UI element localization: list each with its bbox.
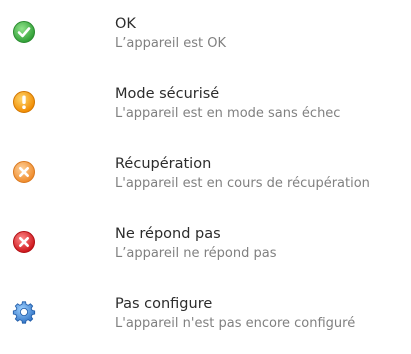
status-row-not-configured: Pas configure L'appareil n'est pas encor… bbox=[0, 294, 411, 354]
status-title: Mode sécurisé bbox=[115, 86, 220, 102]
status-row-ok: OK L’appareil est OK bbox=[0, 14, 411, 74]
status-text: Récupération L'appareil est en cours de … bbox=[115, 154, 409, 194]
check-circle-icon bbox=[12, 20, 36, 44]
x-circle-icon bbox=[12, 160, 36, 184]
status-description: L'appareil est en mode sans échec bbox=[115, 106, 341, 121]
status-description: L'appareil est en cours de récupération bbox=[115, 176, 370, 191]
status-legend-list: OK L’appareil est OK Mode sécurisé L'app… bbox=[0, 0, 411, 343]
x-circle-icon bbox=[12, 230, 36, 254]
status-text: Pas configure L'appareil n'est pas encor… bbox=[115, 294, 409, 334]
status-description: L’appareil ne répond pas bbox=[115, 246, 277, 261]
gear-icon bbox=[12, 300, 36, 324]
status-description: L’appareil est OK bbox=[115, 36, 226, 51]
status-row-safe-mode: Mode sécurisé L'appareil est en mode san… bbox=[0, 84, 411, 144]
status-text: OK L’appareil est OK bbox=[115, 14, 409, 54]
status-text: Ne répond pas L’appareil ne répond pas bbox=[115, 224, 409, 264]
status-row-recovery: Récupération L'appareil est en cours de … bbox=[0, 154, 411, 214]
status-description: L'appareil n'est pas encore configuré bbox=[115, 316, 356, 331]
status-row-not-responding: Ne répond pas L’appareil ne répond pas bbox=[0, 224, 411, 284]
status-title: OK bbox=[115, 16, 136, 32]
status-title: Récupération bbox=[115, 156, 212, 172]
status-title: Ne répond pas bbox=[115, 226, 221, 242]
status-title: Pas configure bbox=[115, 296, 213, 312]
exclamation-circle-icon bbox=[12, 90, 36, 114]
status-text: Mode sécurisé L'appareil est en mode san… bbox=[115, 84, 409, 124]
